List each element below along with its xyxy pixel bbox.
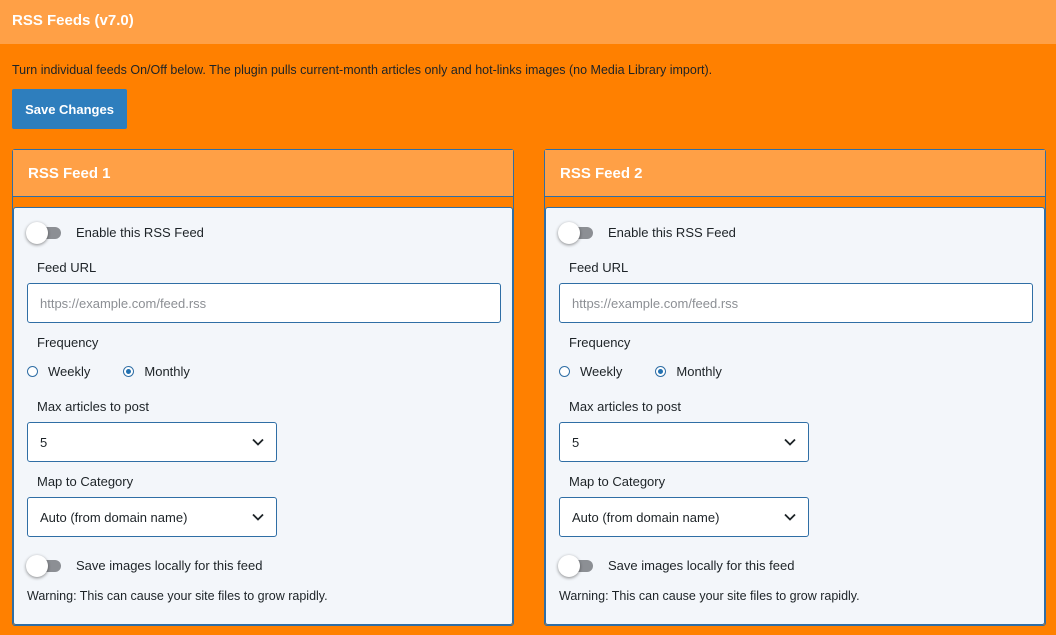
select-value: 5: [40, 434, 48, 450]
toggle-knob: [26, 554, 48, 577]
select-value: Auto (from domain name): [40, 509, 188, 525]
radio-label: Weekly: [48, 364, 91, 379]
save-images-toggle[interactable]: [558, 554, 593, 577]
enable-feed-label: Enable this RSS Feed: [608, 225, 736, 240]
max-articles-select[interactable]: 5: [27, 422, 277, 462]
select-value: Auto (from domain name): [572, 509, 720, 525]
frequency-radio-group: Weekly Monthly: [559, 364, 722, 379]
chevron-down-icon: [252, 513, 264, 521]
select-value: 5: [572, 434, 580, 450]
chevron-down-icon: [252, 438, 264, 446]
page-header: RSS Feeds (v7.0): [0, 0, 1056, 44]
toggle-knob: [558, 221, 580, 244]
radio-label: Monthly: [676, 364, 722, 379]
panel-body: Enable this RSS Feed Feed URL Frequency …: [13, 207, 513, 625]
category-label: Map to Category: [37, 474, 134, 489]
radio-button-checked[interactable]: [655, 366, 667, 377]
category-label: Map to Category: [569, 474, 666, 489]
panel-title: RSS Feed 1: [28, 165, 111, 182]
page-title: RSS Feeds (v7.0): [12, 12, 134, 29]
panel-title: RSS Feed 2: [560, 165, 643, 182]
frequency-label: Frequency: [569, 335, 631, 350]
category-select[interactable]: Auto (from domain name): [559, 497, 809, 537]
max-articles-label: Max articles to post: [37, 399, 149, 414]
feed-url-label: Feed URL: [37, 260, 97, 275]
rss-feed-panel-2: RSS Feed 2 Enable this RSS Feed Feed URL…: [544, 149, 1046, 626]
save-images-toggle[interactable]: [26, 554, 61, 577]
save-images-label: Save images locally for this feed: [608, 558, 795, 573]
radio-label: Weekly: [580, 364, 623, 379]
panel-header: RSS Feed 1: [13, 150, 513, 197]
max-articles-select[interactable]: 5: [559, 422, 809, 462]
intro-text: Turn individual feeds On/Off below. The …: [12, 63, 713, 77]
enable-feed-label: Enable this RSS Feed: [76, 225, 204, 240]
warning-text: Warning: This can cause your site files …: [27, 589, 328, 603]
frequency-option-monthly[interactable]: Monthly: [123, 364, 190, 379]
toggle-knob: [26, 221, 48, 244]
max-articles-label: Max articles to post: [569, 399, 681, 414]
panel-header: RSS Feed 2: [545, 150, 1045, 197]
feed-url-label: Feed URL: [569, 260, 629, 275]
feed-url-input[interactable]: [27, 283, 501, 323]
enable-feed-toggle[interactable]: [26, 221, 61, 244]
warning-text: Warning: This can cause your site files …: [559, 589, 860, 603]
save-images-row: Save images locally for this feed: [558, 554, 795, 577]
radio-button-checked[interactable]: [123, 366, 135, 377]
save-images-label: Save images locally for this feed: [76, 558, 263, 573]
enable-feed-row: Enable this RSS Feed: [26, 221, 204, 244]
panel-body: Enable this RSS Feed Feed URL Frequency …: [545, 207, 1045, 625]
frequency-option-weekly[interactable]: Weekly: [559, 364, 622, 379]
save-images-row: Save images locally for this feed: [26, 554, 263, 577]
radio-label: Monthly: [144, 364, 190, 379]
category-select[interactable]: Auto (from domain name): [27, 497, 277, 537]
chevron-down-icon: [784, 513, 796, 521]
save-changes-button[interactable]: Save Changes: [12, 89, 127, 129]
chevron-down-icon: [784, 438, 796, 446]
enable-feed-toggle[interactable]: [558, 221, 593, 244]
frequency-label: Frequency: [37, 335, 99, 350]
toggle-knob: [558, 554, 580, 577]
enable-feed-row: Enable this RSS Feed: [558, 221, 736, 244]
rss-feed-panel-1: RSS Feed 1 Enable this RSS Feed Feed URL…: [12, 149, 514, 626]
frequency-option-monthly[interactable]: Monthly: [655, 364, 722, 379]
radio-button[interactable]: [27, 366, 38, 377]
frequency-radio-group: Weekly Monthly: [27, 364, 190, 379]
radio-button[interactable]: [559, 366, 570, 377]
feed-url-input[interactable]: [559, 283, 1033, 323]
frequency-option-weekly[interactable]: Weekly: [27, 364, 90, 379]
